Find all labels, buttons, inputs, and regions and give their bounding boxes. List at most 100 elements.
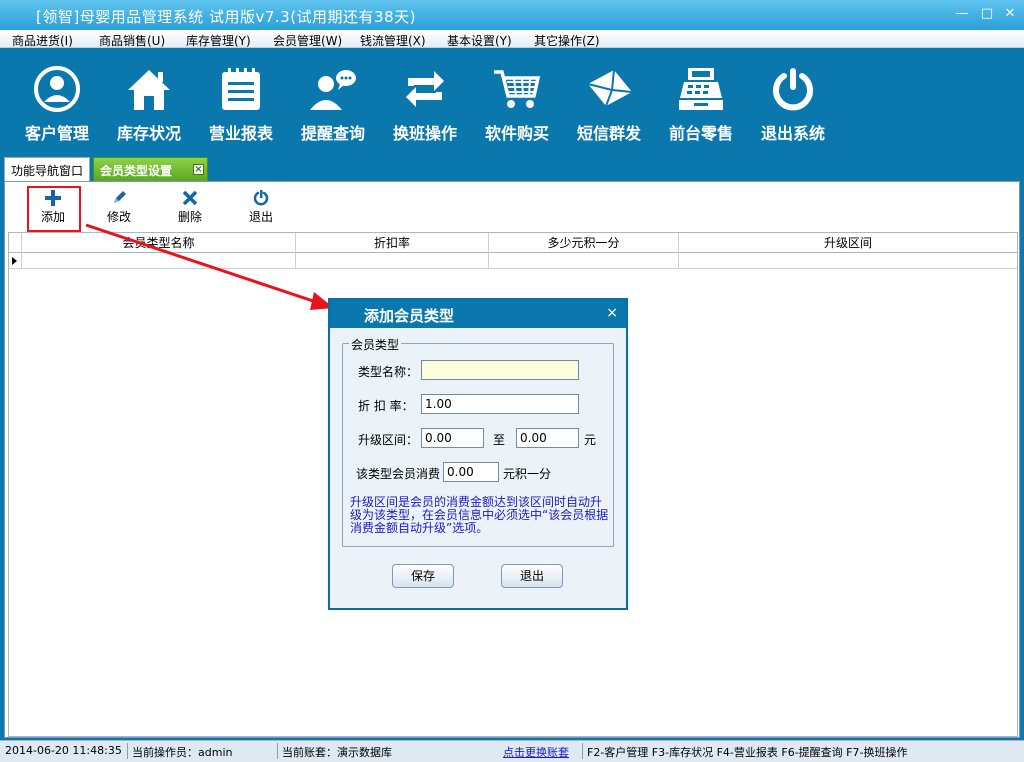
reminder-label: 提醒查询 bbox=[300, 124, 365, 143]
menu-sales[interactable]: 商品销售(U) bbox=[99, 32, 165, 49]
envelope-icon bbox=[587, 69, 633, 107]
col-points[interactable]: 多少元积一分 bbox=[488, 233, 678, 253]
status-divider bbox=[277, 743, 278, 759]
power-icon bbox=[773, 68, 813, 111]
x-icon bbox=[182, 190, 198, 206]
grid-header: 会员类型名称 折扣率 多少元积一分 升级区间 bbox=[9, 233, 1017, 253]
upgrade-to-label: 至 bbox=[493, 433, 506, 447]
cell-discount[interactable] bbox=[295, 253, 488, 269]
save-button[interactable]: 保存 bbox=[392, 564, 454, 588]
stock-button[interactable]: 库存状况 bbox=[106, 66, 192, 146]
discount-input[interactable] bbox=[421, 394, 579, 414]
dialog-title: 添加会员类型 bbox=[364, 307, 455, 325]
maximize-icon[interactable]: □ bbox=[978, 5, 996, 23]
dialog-title-bar: 添加会员类型 × bbox=[330, 300, 626, 328]
window-title: [领智]母婴用品管理系统 试用版v7.3(试用期还有38天) bbox=[36, 8, 416, 26]
status-datetime: 2014-06-20 11:48:35 bbox=[5, 744, 122, 757]
tab-nav-label: 功能导航窗口 bbox=[11, 164, 84, 178]
retail-label: 前台零售 bbox=[668, 124, 733, 143]
status-account: 当前账套：演示数据库 bbox=[282, 746, 392, 759]
tab-member-type-label: 会员类型设置 bbox=[100, 164, 173, 178]
sms-label: 短信群发 bbox=[576, 124, 641, 143]
status-operator: 当前操作员：admin bbox=[132, 746, 233, 759]
table-row[interactable] bbox=[9, 253, 1017, 269]
col-upgrade-range[interactable]: 升级区间 bbox=[678, 233, 1017, 253]
sms-button[interactable]: 短信群发 bbox=[566, 66, 652, 146]
report-button[interactable]: 营业报表 bbox=[198, 66, 284, 146]
menu-bar: 商品进货(I) 商品销售(U) 库存管理(Y) 会员管理(W) 钱流管理(X) … bbox=[0, 30, 1024, 48]
sub-toolbar: 添加 修改 删除 退出 bbox=[5, 182, 1019, 232]
status-bar: 2014-06-20 11:48:35 当前操作员：admin 当前账套：演示数… bbox=[0, 740, 1024, 762]
buy-button[interactable]: 软件购买 bbox=[474, 66, 560, 146]
upgrade-to-input[interactable] bbox=[516, 428, 579, 448]
reminder-button[interactable]: 提醒查询 bbox=[290, 66, 376, 146]
edit-button[interactable]: 修改 bbox=[94, 188, 144, 230]
group-legend: 会员类型 bbox=[349, 336, 402, 353]
buy-label: 软件购买 bbox=[484, 124, 549, 143]
chat-person-icon bbox=[310, 70, 356, 110]
dialog-exit-button[interactable]: 退出 bbox=[501, 564, 563, 588]
home-icon bbox=[128, 70, 170, 110]
dialog-close-icon[interactable]: × bbox=[606, 305, 618, 321]
pencil-icon bbox=[114, 191, 126, 203]
report-icon bbox=[222, 68, 260, 110]
tab-close-icon[interactable]: × bbox=[193, 164, 204, 175]
report-label: 营业报表 bbox=[208, 124, 273, 143]
exit-label: 退出 bbox=[248, 210, 273, 224]
delete-label: 删除 bbox=[177, 210, 202, 224]
menu-cashflow[interactable]: 钱流管理(X) bbox=[360, 32, 426, 49]
upgrade-from-input[interactable] bbox=[421, 428, 484, 448]
type-name-input[interactable] bbox=[421, 360, 579, 380]
status-divider bbox=[582, 743, 583, 759]
customer-label: 客户管理 bbox=[24, 124, 89, 143]
menu-member[interactable]: 会员管理(W) bbox=[273, 32, 342, 49]
col-discount[interactable]: 折扣率 bbox=[295, 233, 488, 253]
type-name-label: 类型名称： bbox=[358, 365, 419, 379]
add-member-type-dialog: 添加会员类型 × 会员类型 类型名称： 折 扣 率： 升级区间： 至 元 该类型… bbox=[328, 298, 628, 610]
member-type-group: 会员类型 类型名称： 折 扣 率： 升级区间： 至 元 该类型会员消费 元积一分… bbox=[342, 336, 614, 547]
customer-icon bbox=[34, 66, 80, 112]
exit-system-label: 退出系统 bbox=[760, 124, 825, 143]
col-type-name[interactable]: 会员类型名称 bbox=[21, 233, 295, 253]
cell-type-name[interactable] bbox=[21, 253, 295, 269]
points-suffix-label: 元积一分 bbox=[503, 467, 552, 481]
cell-upgrade-range[interactable] bbox=[678, 253, 1017, 269]
menu-purchase[interactable]: 商品进货(I) bbox=[12, 32, 73, 49]
upgrade-unit-label: 元 bbox=[584, 433, 597, 447]
minimize-icon[interactable]: — bbox=[953, 5, 971, 23]
menu-inventory[interactable]: 库存管理(Y) bbox=[186, 32, 251, 49]
switch-account-link[interactable]: 点击更换账套 bbox=[503, 744, 569, 760]
status-shortcuts: F2-客户管理 F3-库存状况 F4-营业报表 F6-提醒查询 F7-换班操作 bbox=[587, 746, 908, 759]
close-icon[interactable]: ✕ bbox=[1001, 5, 1019, 23]
exit-system-button[interactable]: 退出系统 bbox=[750, 66, 836, 146]
upgrade-note: 升级区间是会员的消费金额达到该区间时自动升级为该类型，在会员信息中必须选中“该会… bbox=[350, 495, 609, 535]
tab-nav-window[interactable]: 功能导航窗口 bbox=[4, 157, 90, 181]
tab-strip: 功能导航窗口 会员类型设置 × bbox=[0, 154, 1024, 181]
grid-corner bbox=[9, 233, 21, 253]
menu-settings[interactable]: 基本设置(Y) bbox=[447, 32, 512, 49]
cell-points[interactable] bbox=[488, 253, 678, 269]
shift-button[interactable]: 换班操作 bbox=[382, 66, 468, 146]
discount-label: 折 扣 率： bbox=[358, 399, 414, 413]
menu-other[interactable]: 其它操作(Z) bbox=[534, 32, 600, 49]
register-icon bbox=[679, 68, 723, 110]
row-indicator-icon bbox=[12, 257, 17, 265]
tab-member-type[interactable]: 会员类型设置 × bbox=[93, 157, 208, 181]
stock-label: 库存状况 bbox=[116, 124, 181, 143]
upgrade-label: 升级区间： bbox=[358, 433, 419, 447]
title-bar: [领智]母婴用品管理系统 试用版v7.3(试用期还有38天) — □ ✕ bbox=[0, 0, 1024, 30]
points-input[interactable] bbox=[443, 462, 499, 482]
cart-icon bbox=[494, 70, 541, 108]
swap-icon bbox=[406, 71, 444, 107]
add-highlight-box bbox=[27, 186, 81, 232]
shift-label: 换班操作 bbox=[392, 124, 457, 143]
exit-button[interactable]: 退出 bbox=[236, 188, 286, 230]
points-label: 该类型会员消费 bbox=[356, 467, 441, 481]
main-toolbar: 客户管理 库存状况 营业报表 提醒查询 换班操作 软件购买 短信群发 前台零售 … bbox=[0, 48, 1024, 154]
retail-button[interactable]: 前台零售 bbox=[658, 66, 744, 146]
status-divider bbox=[127, 743, 128, 759]
power-icon bbox=[253, 190, 269, 206]
customer-button[interactable]: 客户管理 bbox=[14, 66, 100, 146]
delete-button[interactable]: 删除 bbox=[165, 188, 215, 230]
edit-label: 修改 bbox=[106, 210, 131, 224]
